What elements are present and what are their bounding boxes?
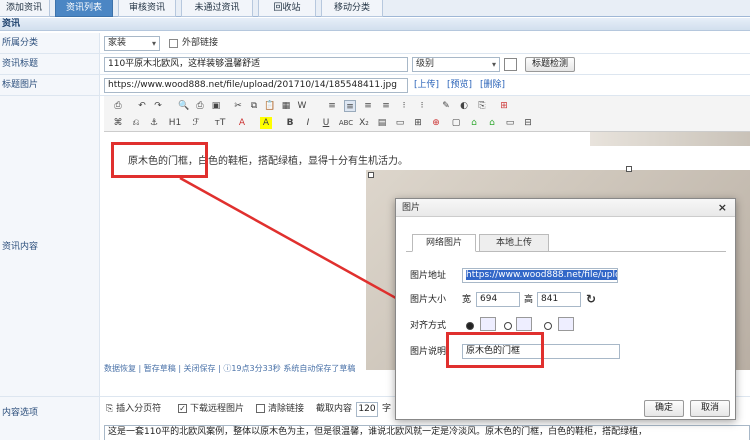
refresh-icon[interactable]: ↻: [586, 292, 596, 307]
height-input[interactable]: 841: [537, 292, 581, 307]
width-input[interactable]: 694: [476, 292, 520, 307]
url-label: 图片地址: [410, 271, 447, 281]
align-left-image-icon: [516, 317, 532, 331]
dialog-title: 图片: [402, 203, 421, 213]
size-label: 图片大小: [410, 295, 447, 305]
desc-label: 图片说明: [410, 347, 447, 357]
align-left-radio[interactable]: [504, 322, 512, 330]
image-dialog: 图片 × 网络图片 本地上传 图片地址 https://www.wood888.…: [395, 198, 736, 420]
align-none-radio[interactable]: [466, 322, 474, 330]
close-icon[interactable]: ×: [718, 199, 727, 217]
tab-local-upload[interactable]: 本地上传: [479, 234, 549, 252]
width-label: 宽: [462, 295, 472, 305]
align-label: 对齐方式: [410, 321, 447, 331]
align-right-image-icon: [558, 317, 574, 331]
height-label: 高: [524, 295, 534, 305]
url-input[interactable]: https://www.wood888.net/file/upload.: [462, 268, 618, 283]
align-right-radio[interactable]: [544, 322, 552, 330]
highlight-box-desc: [446, 332, 544, 368]
align-none-icon: [480, 317, 496, 331]
tab-network-image[interactable]: 网络图片: [412, 234, 476, 252]
url-value: https://www.wood888.net/file/upload.: [466, 270, 617, 280]
dialog-header: 图片 ×: [396, 199, 735, 217]
cancel-button[interactable]: 取消: [690, 400, 730, 417]
ok-button[interactable]: 确定: [644, 400, 684, 417]
